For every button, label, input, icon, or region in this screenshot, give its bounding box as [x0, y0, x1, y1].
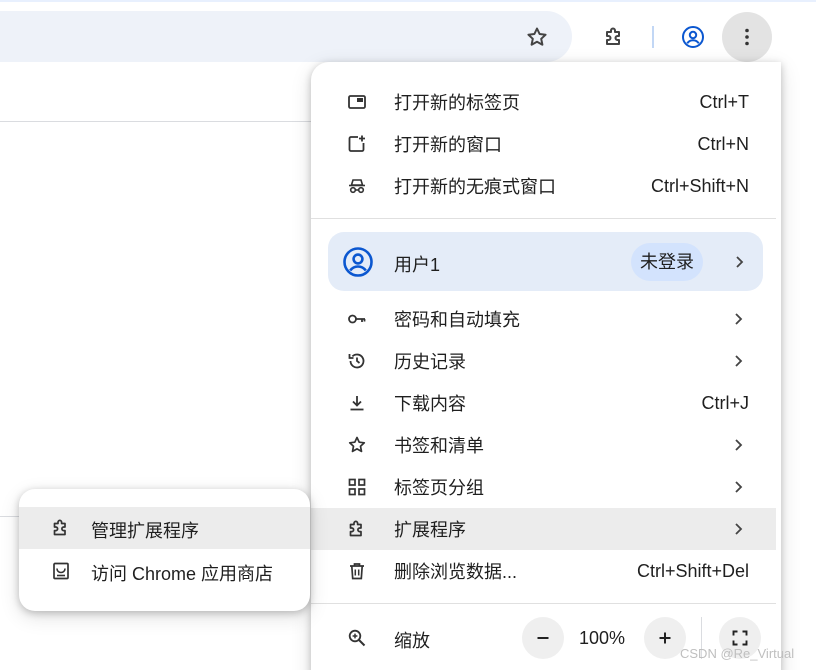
menu-item-label: 标签页分组 — [394, 478, 484, 498]
chevron-right-icon — [730, 311, 746, 327]
minus-icon — [537, 637, 549, 639]
menu-item-label: 扩展程序 — [394, 520, 466, 540]
menu-separator — [311, 603, 776, 604]
zoom-label: 缩放 — [394, 631, 430, 651]
puzzle-icon — [606, 27, 620, 45]
extensions-button[interactable] — [594, 17, 634, 57]
puzzle-icon — [51, 518, 71, 538]
star-icon — [347, 435, 367, 455]
menu-item-clear-browsing-data[interactable]: 删除浏览数据... Ctrl+Shift+Del — [311, 550, 776, 592]
account-circle-icon — [682, 26, 704, 48]
watermark: CSDN @Re_Virtual — [680, 646, 795, 661]
incognito-icon — [347, 176, 367, 196]
menu-item-downloads[interactable]: 下载内容 Ctrl+J — [311, 382, 776, 424]
submenu-item-label: 管理扩展程序 — [91, 521, 199, 541]
web-store-icon — [51, 561, 71, 581]
download-icon — [347, 393, 367, 413]
top-accent-line — [0, 0, 816, 2]
more-vert-icon — [745, 28, 749, 46]
grid-icon — [347, 477, 367, 497]
trash-icon — [347, 561, 367, 581]
fullscreen-icon — [732, 630, 748, 646]
menu-separator — [311, 218, 776, 219]
menu-item-bookmarks-lists[interactable]: 书签和清单 — [311, 424, 776, 466]
zoom-icon — [347, 628, 367, 648]
zoom-out-button[interactable] — [522, 617, 564, 659]
menu-item-shortcut: Ctrl+Shift+N — [650, 175, 749, 196]
menu-item-label: 打开新的标签页 — [394, 93, 520, 113]
new-window-icon — [347, 134, 367, 154]
chevron-right-icon — [730, 521, 746, 537]
profile-name: 用户1 — [394, 255, 441, 275]
menu-item-label: 历史记录 — [394, 352, 466, 372]
menu-item-new-window[interactable]: 打开新的窗口 Ctrl+N — [311, 123, 776, 165]
menu-item-new-incognito-window[interactable]: 打开新的无痕式窗口 Ctrl+Shift+N — [311, 165, 776, 207]
submenu-item-manage-extensions[interactable]: 管理扩展程序 — [19, 507, 310, 549]
chevron-right-icon — [730, 437, 746, 453]
chevron-right-icon — [730, 353, 746, 369]
address-bar[interactable] — [0, 11, 572, 62]
menu-item-label: 下载内容 — [394, 394, 466, 414]
chrome-menu-button[interactable] — [722, 12, 772, 62]
submenu-item-label: 访问 Chrome 应用商店 — [91, 564, 274, 584]
menu-item-label: 打开新的窗口 — [394, 135, 502, 155]
submenu-item-chrome-web-store[interactable]: 访问 Chrome 应用商店 — [19, 550, 310, 592]
new-tab-icon — [347, 92, 367, 112]
menu-item-shortcut: Ctrl+Shift+Del — [636, 560, 749, 581]
menu-item-label: 打开新的无痕式窗口 — [394, 177, 556, 197]
extensions-submenu: 管理扩展程序 访问 Chrome 应用商店 — [19, 489, 310, 611]
menu-item-label: 删除浏览数据... — [394, 562, 518, 582]
chevron-right-icon — [731, 254, 747, 270]
menu-item-tab-groups[interactable]: 标签页分组 — [311, 466, 776, 508]
chrome-main-menu: 打开新的标签页 Ctrl+T 打开新的窗口 Ctrl+N 打开新的无痕式窗口 C… — [311, 62, 781, 670]
menu-item-label: 书签和清单 — [394, 436, 484, 456]
account-circle-icon — [342, 246, 374, 278]
history-icon — [347, 351, 367, 371]
profile-button[interactable] — [673, 17, 713, 57]
page-divider — [0, 121, 320, 122]
menu-item-history[interactable]: 历史记录 — [311, 340, 776, 382]
puzzle-icon — [347, 519, 367, 539]
menu-item-passwords-autofill[interactable]: 密码和自动填充 — [311, 298, 776, 340]
menu-item-extensions[interactable]: 扩展程序 — [311, 508, 776, 550]
menu-item-label: 密码和自动填充 — [394, 310, 520, 330]
menu-item-shortcut: Ctrl+N — [697, 133, 749, 154]
toolbar-divider — [652, 26, 654, 48]
menu-profile-row[interactable]: 用户1 未登录 — [328, 232, 763, 291]
sign-in-status-badge[interactable]: 未登录 — [631, 243, 703, 281]
key-icon — [347, 309, 367, 329]
star-icon — [527, 27, 547, 46]
plus-icon — [659, 632, 671, 644]
chevron-right-icon — [730, 479, 746, 495]
menu-item-new-tab[interactable]: 打开新的标签页 Ctrl+T — [311, 81, 776, 123]
menu-item-shortcut: Ctrl+T — [699, 91, 750, 112]
zoom-level: 100% — [579, 628, 626, 648]
menu-item-shortcut: Ctrl+J — [701, 392, 749, 413]
bookmark-star-button[interactable] — [517, 17, 557, 57]
